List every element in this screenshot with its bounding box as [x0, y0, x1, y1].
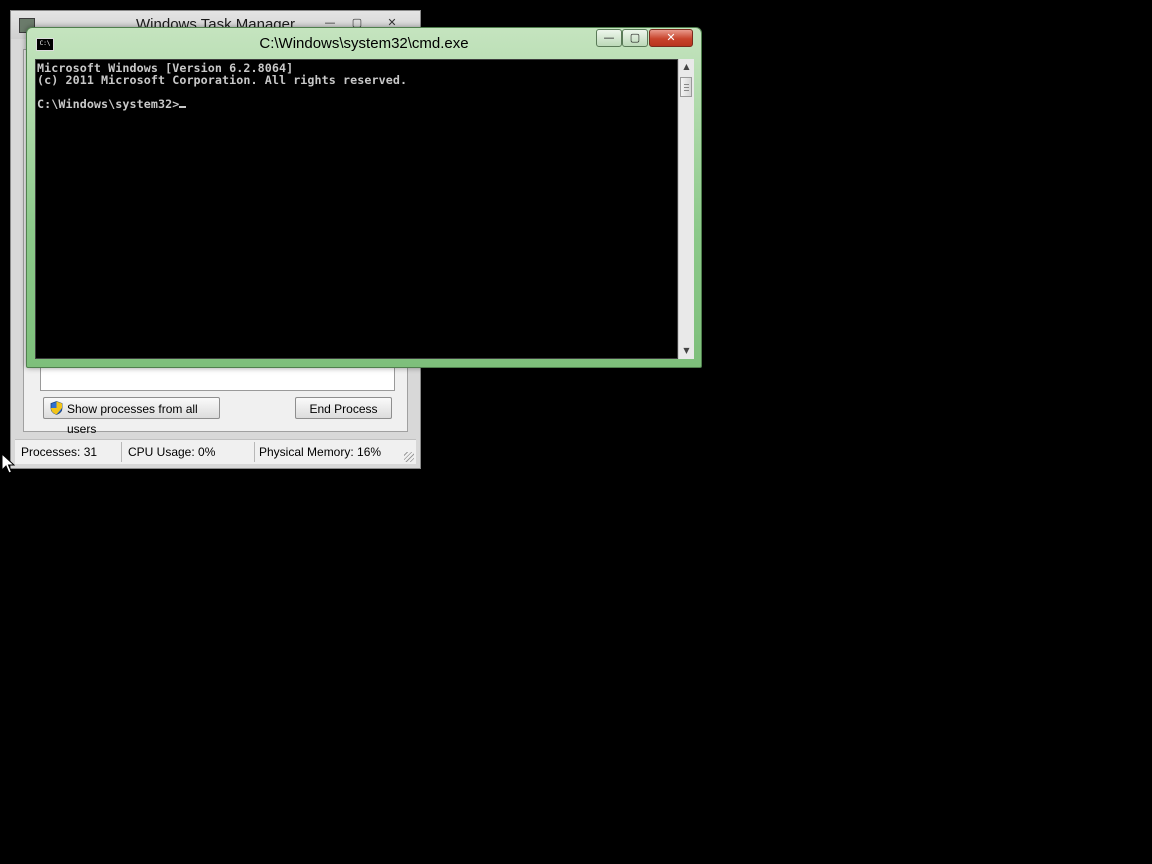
status-separator [254, 442, 255, 462]
thumb-grip-line [684, 87, 689, 88]
cmd-window[interactable]: C:\ C:\Windows\system32\cmd.exe — ▢ ✕ Mi… [26, 27, 702, 368]
uac-shield-icon [50, 401, 63, 415]
scroll-up-arrow-icon[interactable]: ▲ [679, 59, 694, 75]
console-prompt: C:\Windows\system32> [37, 97, 180, 111]
scroll-down-arrow-icon[interactable]: ▼ [679, 343, 694, 359]
end-process-button[interactable]: End Process [295, 397, 392, 419]
mouse-pointer-icon [1, 453, 15, 474]
status-separator [121, 442, 122, 462]
console-prompt-line[interactable]: C:\Windows\system32> [37, 98, 677, 110]
scrollbar-thumb[interactable] [680, 77, 692, 97]
show-all-processes-button[interactable]: Show processes from all users [43, 397, 220, 436]
resize-grip[interactable] [404, 452, 414, 462]
thumb-grip-line [684, 84, 689, 85]
thumb-grip-line [684, 90, 689, 91]
text-cursor [179, 106, 187, 108]
status-processes: Processes: 31 [21, 445, 98, 459]
show-all-processes-label: Show processes from all users [67, 402, 198, 436]
console-line: (c) 2011 Microsoft Corporation. All righ… [37, 73, 408, 87]
console-output[interactable]: Microsoft Windows [Version 6.2.8064] (c) … [35, 59, 678, 359]
cmd-maximize-button[interactable]: ▢ [622, 29, 648, 47]
status-physical-memory: Physical Memory: 16% [259, 445, 382, 459]
cmd-titlebar[interactable]: C:\ C:\Windows\system32\cmd.exe — ▢ ✕ [27, 28, 701, 58]
task-manager-status-bar: Processes: 31 CPU Usage: 0% Physical Mem… [15, 439, 416, 464]
cmd-vertical-scrollbar[interactable]: ▲ ▼ [678, 59, 694, 359]
cmd-minimize-button[interactable]: — [596, 29, 622, 47]
cmd-close-button[interactable]: ✕ [649, 29, 693, 47]
status-cpu-usage: CPU Usage: 0% [128, 445, 216, 459]
